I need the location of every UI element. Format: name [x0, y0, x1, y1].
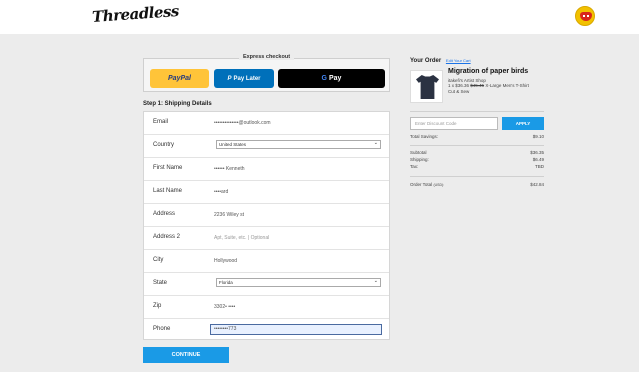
step-title: Step 1: Shipping Details [143, 101, 212, 107]
tshirt-icon [416, 75, 439, 99]
address-label: Address [153, 211, 176, 217]
last-name-row: Last Name ••••ard [144, 181, 389, 204]
product-qty-price: 1 x $36.36 [448, 83, 470, 88]
address2-field[interactable]: Apt, Suite, etc. | Optional [214, 235, 269, 241]
site-logo[interactable]: Threadless [91, 2, 179, 26]
shipping-label: Shipping: [410, 157, 429, 162]
google-pay-button[interactable]: G Pay [278, 69, 385, 88]
top-bar: Threadless [0, 0, 639, 34]
subtotal-value: $36.35 [530, 150, 544, 155]
city-field[interactable]: Hollywood [214, 258, 237, 264]
product-variant: X-Large Men's T-Shirt [485, 83, 529, 88]
phone-label: Phone [153, 326, 171, 332]
address2-row: Address 2 Apt, Suite, etc. | Optional [144, 227, 389, 250]
pay-later-label: Pay Later [233, 75, 261, 82]
divider [410, 145, 544, 146]
paypal-pay-later-button[interactable]: P Pay Later [214, 69, 274, 88]
tax-value: TBD [535, 164, 544, 169]
first-name-row: First Name •••••• Kenneth [144, 158, 389, 181]
state-row: State Florida ⌄ [144, 273, 389, 296]
country-label: Country [153, 142, 175, 148]
shipping-line: Shipping: $6.49 [410, 157, 544, 162]
address-field[interactable]: 2236 Wiley st [214, 212, 244, 218]
order-total-currency: (USD): [433, 183, 445, 187]
email-row: Email ••••••••••••••@outlook.com [144, 112, 389, 135]
subtotal-label: Subtotal [410, 150, 427, 155]
total-savings-label: Total Savings: [410, 134, 439, 139]
country-select[interactable]: United States ⌄ [216, 140, 381, 149]
zip-field[interactable]: 3302• •••• [214, 304, 235, 310]
email-label: Email [153, 119, 169, 125]
state-select[interactable]: Florida ⌄ [216, 278, 381, 287]
apply-discount-button[interactable]: APPLY [502, 117, 544, 130]
paypal-p-icon: P [227, 75, 232, 82]
order-total-line: Order Total (USD): $42.84 [410, 182, 544, 187]
order-total-value: $42.84 [530, 182, 544, 187]
email-field[interactable]: ••••••••••••••@outlook.com [214, 120, 271, 126]
last-name-label: Last Name [153, 188, 183, 194]
first-name-field[interactable]: •••••• Kenneth [214, 166, 245, 172]
product-name: Migration of paper birds [448, 68, 529, 75]
express-checkout-title: Express checkout [238, 54, 295, 60]
zip-label: Zip [153, 303, 162, 309]
first-name-label: First Name [153, 165, 183, 171]
express-checkout: Express checkout PayPal P Pay Later G Pa… [143, 54, 390, 92]
discount-code-input[interactable]: Enter Discount Code [410, 117, 498, 130]
country-value: United States [219, 142, 247, 147]
state-value: Florida [219, 280, 233, 285]
order-summary-title: Your Order Edit Your Cart [410, 58, 471, 64]
tax-line: Tax: TBD [410, 164, 544, 169]
order-total-label: Order Total [410, 182, 433, 187]
city-row: City Hollywood [144, 250, 389, 273]
google-g-icon: G [321, 75, 327, 82]
shipping-form: Email ••••••••••••••@outlook.com Country… [143, 111, 390, 340]
chevron-down-icon: ⌄ [373, 140, 378, 146]
user-avatar-icon[interactable] [575, 6, 595, 26]
country-row: Country United States ⌄ [144, 135, 389, 158]
divider [410, 111, 544, 112]
city-label: City [153, 257, 164, 263]
product-old-price: $45.45 [470, 83, 485, 88]
phone-row: Phone ••••••••773 [144, 319, 389, 342]
address2-label: Address 2 [153, 234, 181, 240]
phone-field[interactable]: ••••••••773 [210, 324, 382, 335]
product-color: Cut & Sew [448, 89, 470, 94]
shipping-value: $6.49 [532, 157, 544, 162]
total-savings-line: Total Savings: $9.10 [410, 134, 544, 139]
paypal-button[interactable]: PayPal [150, 69, 209, 88]
gpay-label: Pay [328, 75, 342, 82]
product-line: 1 x $36.36 $45.45 X-Large Men's T-Shirt … [448, 83, 588, 95]
state-label: State [153, 280, 168, 286]
subtotal-line: Subtotal $36.35 [410, 150, 544, 155]
chevron-down-icon: ⌄ [373, 278, 378, 284]
order-title: Your Order [410, 58, 442, 64]
last-name-field[interactable]: ••••ard [214, 189, 228, 195]
tax-label: Tax: [410, 164, 419, 169]
continue-button[interactable]: CONTINUE [143, 347, 229, 363]
divider [410, 176, 544, 177]
total-savings-value: $9.10 [532, 134, 544, 139]
edit-cart-link[interactable]: Edit Your Cart [446, 58, 471, 63]
product-image [410, 70, 443, 103]
zip-row: Zip 3302• •••• [144, 296, 389, 319]
address-row: Address 2236 Wiley st [144, 204, 389, 227]
